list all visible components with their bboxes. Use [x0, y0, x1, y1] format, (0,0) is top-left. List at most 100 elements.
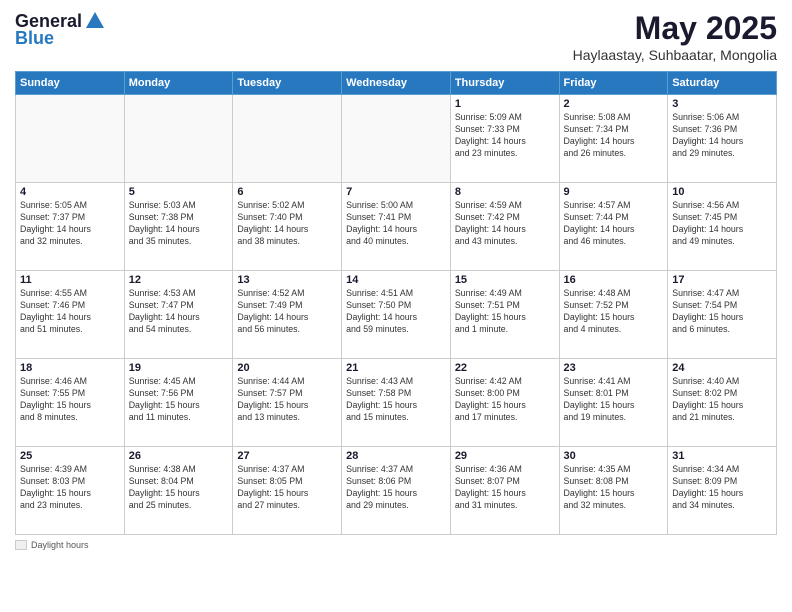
day-info: Sunrise: 5:06 AM Sunset: 7:36 PM Dayligh… [672, 112, 772, 160]
day-number: 12 [129, 274, 229, 286]
footer: Daylight hours [15, 540, 777, 550]
daylight-label: Daylight hours [31, 540, 89, 550]
day-number: 19 [129, 362, 229, 374]
calendar-cell: 29 Sunrise: 4:36 AM Sunset: 8:07 PM Dayli… [450, 447, 559, 535]
calendar-cell: 24 Sunrise: 4:40 AM Sunset: 8:02 PM Dayli… [668, 359, 777, 447]
day-info: Sunrise: 5:08 AM Sunset: 7:34 PM Dayligh… [564, 112, 664, 160]
day-info: Sunrise: 4:47 AM Sunset: 7:54 PM Dayligh… [672, 288, 772, 336]
calendar-cell [342, 95, 451, 183]
day-info: Sunrise: 4:39 AM Sunset: 8:03 PM Dayligh… [20, 464, 120, 512]
calendar-cell: 26 Sunrise: 4:38 AM Sunset: 8:04 PM Dayli… [124, 447, 233, 535]
day-number: 1 [455, 98, 555, 110]
day-number: 26 [129, 450, 229, 462]
calendar-cell: 5Sunrise: 5:03 AM Sunset: 7:38 PM Daylig… [124, 183, 233, 271]
day-info: Sunrise: 4:57 AM Sunset: 7:44 PM Dayligh… [564, 200, 664, 248]
daylight-box [15, 540, 27, 550]
calendar-cell: 22Sunrise: 4:42 AM Sunset: 8:00 PM Dayli… [450, 359, 559, 447]
day-info: Sunrise: 4:36 AM Sunset: 8:07 PM Dayligh… [455, 464, 555, 512]
day-number: 22 [455, 362, 555, 374]
day-info: Sunrise: 4:49 AM Sunset: 7:51 PM Dayligh… [455, 288, 555, 336]
calendar-cell [16, 95, 125, 183]
day-info: Sunrise: 5:02 AM Sunset: 7:40 PM Dayligh… [237, 200, 337, 248]
day-number: 30 [564, 450, 664, 462]
day-number: 3 [672, 98, 772, 110]
calendar-cell: 1 Sunrise: 5:09 AM Sunset: 7:33 PM Daylig… [450, 95, 559, 183]
weekday-friday: Friday [559, 72, 668, 95]
calendar-cell: 2Sunrise: 5:08 AM Sunset: 7:34 PM Daylig… [559, 95, 668, 183]
calendar-cell: 9 Sunrise: 4:57 AM Sunset: 7:44 PM Daylig… [559, 183, 668, 271]
calendar-cell: 6 Sunrise: 5:02 AM Sunset: 7:40 PM Daylig… [233, 183, 342, 271]
week-row-4: 18 Sunrise: 4:46 AM Sunset: 7:55 PM Dayli… [16, 359, 777, 447]
day-number: 18 [20, 362, 120, 374]
day-number: 28 [346, 450, 446, 462]
calendar-cell: 12 Sunrise: 4:53 AM Sunset: 7:47 PM Dayli… [124, 271, 233, 359]
calendar-cell: 30 Sunrise: 4:35 AM Sunset: 8:08 PM Dayli… [559, 447, 668, 535]
calendar-cell: 16Sunrise: 4:48 AM Sunset: 7:52 PM Dayli… [559, 271, 668, 359]
logo-blue-text: Blue [15, 28, 54, 49]
calendar-cell: 19 Sunrise: 4:45 AM Sunset: 7:56 PM Dayli… [124, 359, 233, 447]
day-info: Sunrise: 4:45 AM Sunset: 7:56 PM Dayligh… [129, 376, 229, 424]
calendar-cell: 23Sunrise: 4:41 AM Sunset: 8:01 PM Dayli… [559, 359, 668, 447]
weekday-tuesday: Tuesday [233, 72, 342, 95]
day-number: 21 [346, 362, 446, 374]
day-info: Sunrise: 4:59 AM Sunset: 7:42 PM Dayligh… [455, 200, 555, 248]
day-number: 16 [564, 274, 664, 286]
day-info: Sunrise: 5:03 AM Sunset: 7:38 PM Dayligh… [129, 200, 229, 248]
calendar-cell: 20Sunrise: 4:44 AM Sunset: 7:57 PM Dayli… [233, 359, 342, 447]
day-info: Sunrise: 4:37 AM Sunset: 8:06 PM Dayligh… [346, 464, 446, 512]
weekday-header-row: SundayMondayTuesdayWednesdayThursdayFrid… [16, 72, 777, 95]
day-number: 13 [237, 274, 337, 286]
day-info: Sunrise: 5:00 AM Sunset: 7:41 PM Dayligh… [346, 200, 446, 248]
calendar-cell: 28 Sunrise: 4:37 AM Sunset: 8:06 PM Dayli… [342, 447, 451, 535]
day-number: 31 [672, 450, 772, 462]
day-info: Sunrise: 4:52 AM Sunset: 7:49 PM Dayligh… [237, 288, 337, 336]
day-number: 17 [672, 274, 772, 286]
day-number: 9 [564, 186, 664, 198]
calendar-cell: 14 Sunrise: 4:51 AM Sunset: 7:50 PM Dayli… [342, 271, 451, 359]
calendar-cell: 10 Sunrise: 4:56 AM Sunset: 7:45 PM Dayli… [668, 183, 777, 271]
day-number: 20 [237, 362, 337, 374]
day-info: Sunrise: 4:41 AM Sunset: 8:01 PM Dayligh… [564, 376, 664, 424]
day-info: Sunrise: 5:09 AM Sunset: 7:33 PM Dayligh… [455, 112, 555, 160]
day-number: 27 [237, 450, 337, 462]
calendar-cell: 25 Sunrise: 4:39 AM Sunset: 8:03 PM Dayli… [16, 447, 125, 535]
title-block: May 2025 Haylaastay, Suhbaatar, Mongolia [573, 10, 777, 63]
day-info: Sunrise: 4:38 AM Sunset: 8:04 PM Dayligh… [129, 464, 229, 512]
day-info: Sunrise: 4:35 AM Sunset: 8:08 PM Dayligh… [564, 464, 664, 512]
day-info: Sunrise: 4:40 AM Sunset: 8:02 PM Dayligh… [672, 376, 772, 424]
day-info: Sunrise: 4:37 AM Sunset: 8:05 PM Dayligh… [237, 464, 337, 512]
calendar-cell: 15Sunrise: 4:49 AM Sunset: 7:51 PM Dayli… [450, 271, 559, 359]
day-number: 4 [20, 186, 120, 198]
logo-icon [84, 10, 106, 32]
weekday-monday: Monday [124, 72, 233, 95]
calendar-cell: 3 Sunrise: 5:06 AM Sunset: 7:36 PM Daylig… [668, 95, 777, 183]
calendar-cell: 21 Sunrise: 4:43 AM Sunset: 7:58 PM Dayli… [342, 359, 451, 447]
day-number: 25 [20, 450, 120, 462]
day-info: Sunrise: 4:51 AM Sunset: 7:50 PM Dayligh… [346, 288, 446, 336]
weekday-sunday: Sunday [16, 72, 125, 95]
day-info: Sunrise: 4:55 AM Sunset: 7:46 PM Dayligh… [20, 288, 120, 336]
day-info: Sunrise: 4:43 AM Sunset: 7:58 PM Dayligh… [346, 376, 446, 424]
calendar-cell [124, 95, 233, 183]
calendar-cell: 7 Sunrise: 5:00 AM Sunset: 7:41 PM Daylig… [342, 183, 451, 271]
day-number: 24 [672, 362, 772, 374]
day-number: 7 [346, 186, 446, 198]
day-info: Sunrise: 4:56 AM Sunset: 7:45 PM Dayligh… [672, 200, 772, 248]
day-info: Sunrise: 4:53 AM Sunset: 7:47 PM Dayligh… [129, 288, 229, 336]
week-row-5: 25 Sunrise: 4:39 AM Sunset: 8:03 PM Dayli… [16, 447, 777, 535]
calendar-cell: 27 Sunrise: 4:37 AM Sunset: 8:05 PM Dayli… [233, 447, 342, 535]
week-row-1: 1 Sunrise: 5:09 AM Sunset: 7:33 PM Daylig… [16, 95, 777, 183]
calendar-cell: 4 Sunrise: 5:05 AM Sunset: 7:37 PM Daylig… [16, 183, 125, 271]
calendar-cell: 18 Sunrise: 4:46 AM Sunset: 7:55 PM Dayli… [16, 359, 125, 447]
day-number: 14 [346, 274, 446, 286]
header: General Blue May 2025 Haylaastay, Suhbaa… [15, 10, 777, 63]
day-number: 29 [455, 450, 555, 462]
calendar-cell: 31Sunrise: 4:34 AM Sunset: 8:09 PM Dayli… [668, 447, 777, 535]
day-number: 10 [672, 186, 772, 198]
day-info: Sunrise: 4:46 AM Sunset: 7:55 PM Dayligh… [20, 376, 120, 424]
day-info: Sunrise: 5:05 AM Sunset: 7:37 PM Dayligh… [20, 200, 120, 248]
weekday-saturday: Saturday [668, 72, 777, 95]
weekday-thursday: Thursday [450, 72, 559, 95]
week-row-2: 4 Sunrise: 5:05 AM Sunset: 7:37 PM Daylig… [16, 183, 777, 271]
day-number: 6 [237, 186, 337, 198]
